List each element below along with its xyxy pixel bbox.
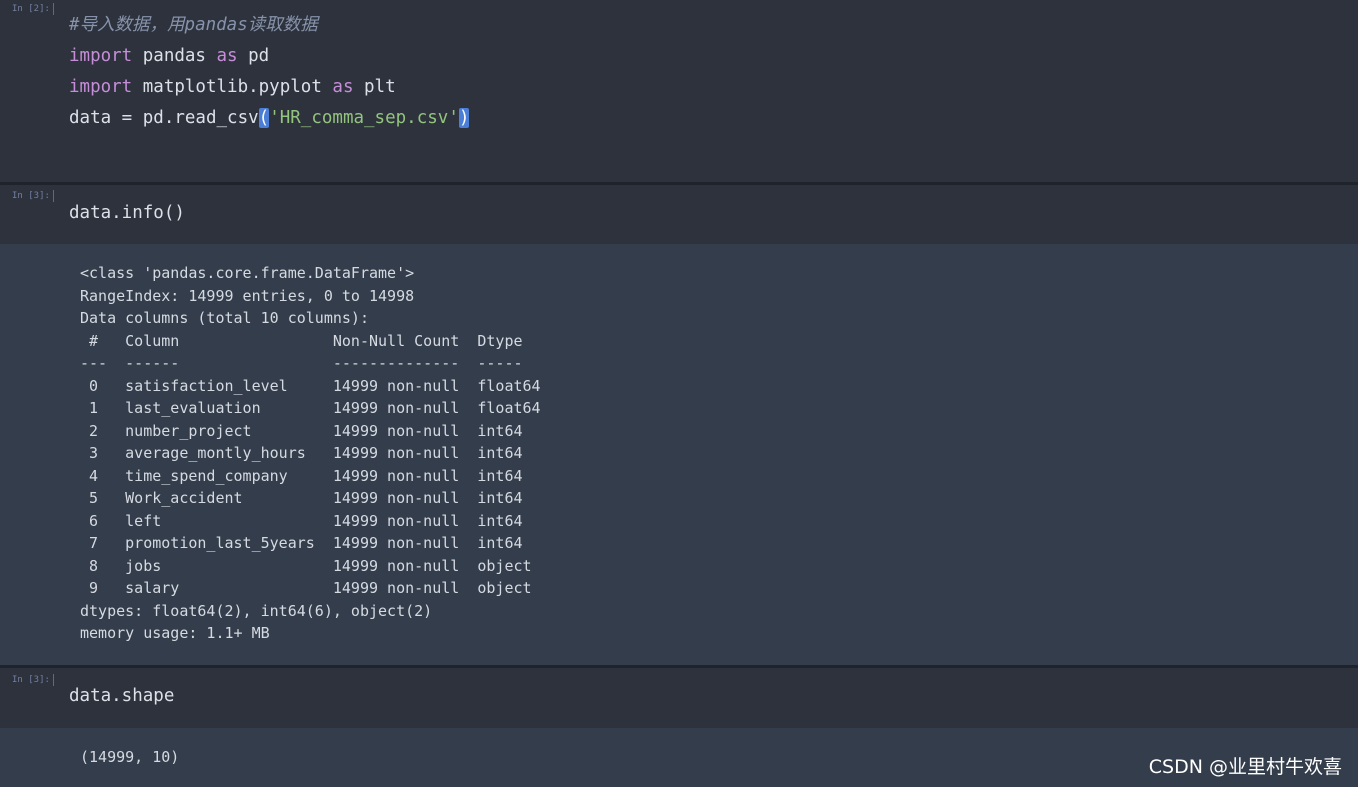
string-literal: 'HR_comma_sep.csv' — [269, 108, 459, 128]
output-line: 5 Work_accident 14999 non-null int64 — [80, 489, 541, 507]
cell-prompt: In [2]: — [12, 3, 54, 15]
output-line: <class 'pandas.core.frame.DataFrame'> — [80, 264, 415, 282]
output-line: 4 time_spend_company 14999 non-null int6… — [80, 466, 541, 485]
output-line: memory usage: 1.1+ MB — [80, 624, 270, 642]
keyword-as: as — [332, 77, 354, 97]
code-cell-import[interactable]: In [2]: #导入数据，用pandas读取数据 import pandas … — [0, 0, 1358, 182]
code-text: data = pd.read_csv — [69, 108, 259, 128]
output-line: 2 number_project 14999 non-null int64 — [80, 421, 541, 440]
bracket-close-highlight: ) — [458, 108, 470, 128]
output-area-info: <class 'pandas.core.frame.DataFrame'> Ra… — [0, 244, 1358, 665]
output-line: --- ------ -------------- ----- — [80, 354, 541, 372]
code-line-import-pandas[interactable]: import pandas as pd — [69, 45, 269, 67]
output-line: 6 left 14999 non-null int64 — [80, 511, 541, 530]
code-text: pandas — [132, 46, 217, 66]
output-line: 1 last_evaluation 14999 non-null float64 — [80, 399, 541, 417]
output-line: 7 promotion_last_5years 14999 non-null i… — [80, 534, 541, 552]
code-text: plt — [353, 77, 396, 97]
bracket-open-highlight: ( — [258, 108, 270, 128]
code-text: matplotlib.pyplot — [132, 77, 333, 97]
output-line: 9 salary 14999 non-null object — [80, 579, 541, 597]
code-line-import-matplotlib[interactable]: import matplotlib.pyplot as plt — [69, 76, 396, 98]
keyword-import: import — [69, 77, 133, 97]
notebook-page: In [2]: #导入数据，用pandas读取数据 import pandas … — [0, 0, 1358, 787]
cell-prompt: In [3]: — [12, 674, 54, 686]
output-line: RangeIndex: 14999 entries, 0 to 14998 — [80, 286, 415, 305]
output-line: # Column Non-Null Count Dtype — [80, 331, 541, 350]
code-line-read-csv[interactable]: data = pd.read_csv('HR_comma_sep.csv') — [69, 107, 470, 129]
output-line: (14999, 10) — [80, 748, 180, 766]
keyword-as: as — [216, 46, 238, 66]
code-line-shape[interactable]: data.shape — [69, 685, 174, 707]
watermark-text: CSDN @业里村牛欢喜 — [1148, 756, 1342, 778]
code-line-info[interactable]: data.info() — [69, 202, 185, 224]
output-line: 0 satisfaction_level 14999 non-null floa… — [80, 376, 541, 395]
output-line: 8 jobs 14999 non-null object — [80, 556, 541, 575]
keyword-import: import — [69, 46, 133, 66]
output-line: Data columns (total 10 columns): — [80, 309, 369, 327]
code-text: pd — [237, 46, 270, 66]
output-line: dtypes: float64(2), int64(6), object(2) — [80, 601, 433, 620]
code-cell-info[interactable]: In [3]: data.info() — [0, 185, 1358, 244]
code-comment-line[interactable]: #导入数据，用pandas读取数据 — [69, 14, 318, 36]
code-cell-shape[interactable]: In [3]: data.shape — [0, 668, 1358, 728]
output-line: 3 average_montly_hours 14999 non-null in… — [80, 444, 541, 462]
cell-prompt: In [3]: — [12, 190, 54, 202]
